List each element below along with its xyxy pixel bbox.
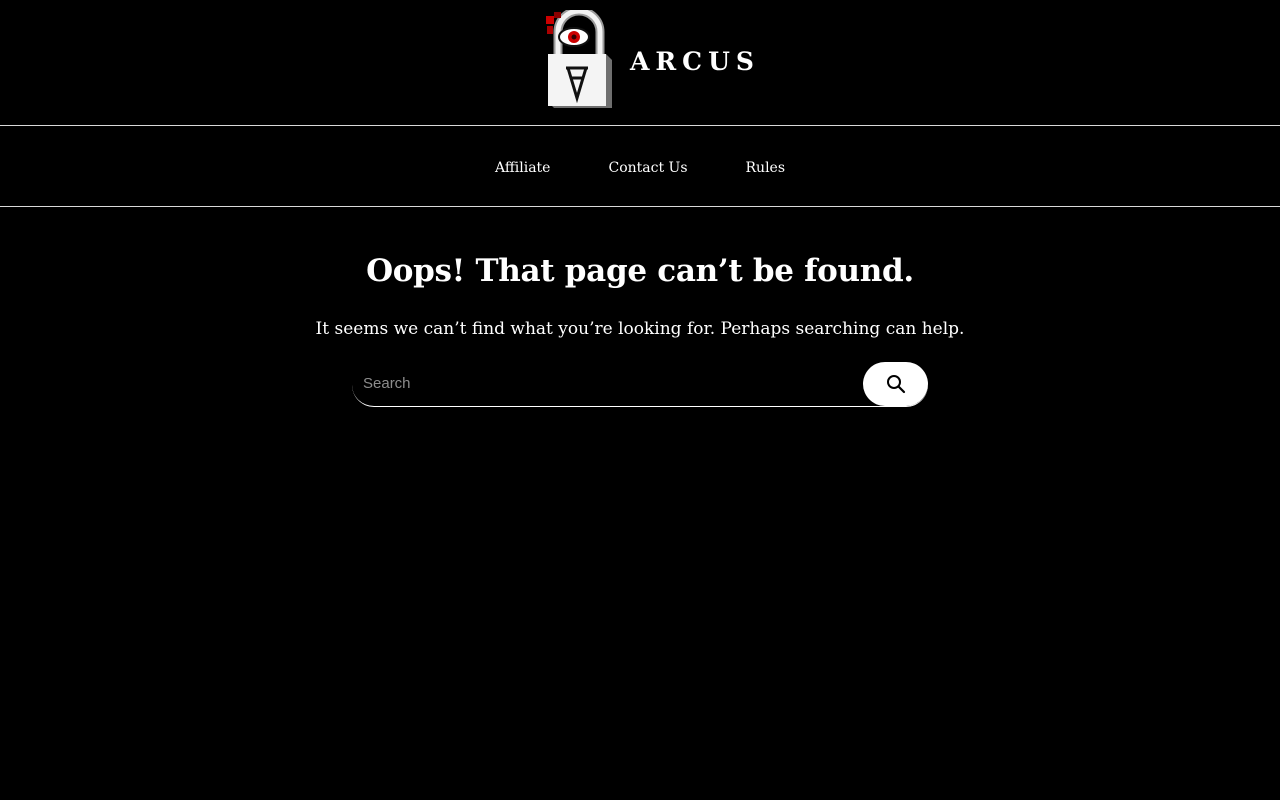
nav-item-rules: Rules: [746, 157, 786, 176]
nav-list: Affiliate Contact Us Rules: [0, 126, 1280, 206]
search-button[interactable]: [863, 362, 928, 406]
search-input[interactable]: [352, 362, 862, 405]
nav-link-rules[interactable]: Rules: [746, 160, 786, 176]
nav-link-contact-us[interactable]: Contact Us: [608, 160, 687, 176]
site-header: ARCUS: [0, 0, 1280, 126]
padlock-eye-logo-icon: [546, 10, 612, 108]
search-icon: [886, 375, 905, 394]
search-form: [352, 362, 928, 407]
main-content: Oops! That page can’t be found. It seems…: [0, 207, 1280, 407]
nav-item-affiliate: Affiliate: [495, 157, 551, 176]
page-title: Oops! That page can’t be found.: [366, 253, 914, 289]
site-logo-link[interactable]: ARCUS: [544, 10, 760, 110]
nav-link-affiliate[interactable]: Affiliate: [495, 160, 551, 176]
nav-item-contact-us: Contact Us: [608, 157, 687, 176]
site-name: ARCUS: [630, 46, 760, 76]
main-navigation: Affiliate Contact Us Rules: [0, 126, 1280, 207]
not-found-message: It seems we can’t find what you’re looki…: [315, 319, 965, 339]
